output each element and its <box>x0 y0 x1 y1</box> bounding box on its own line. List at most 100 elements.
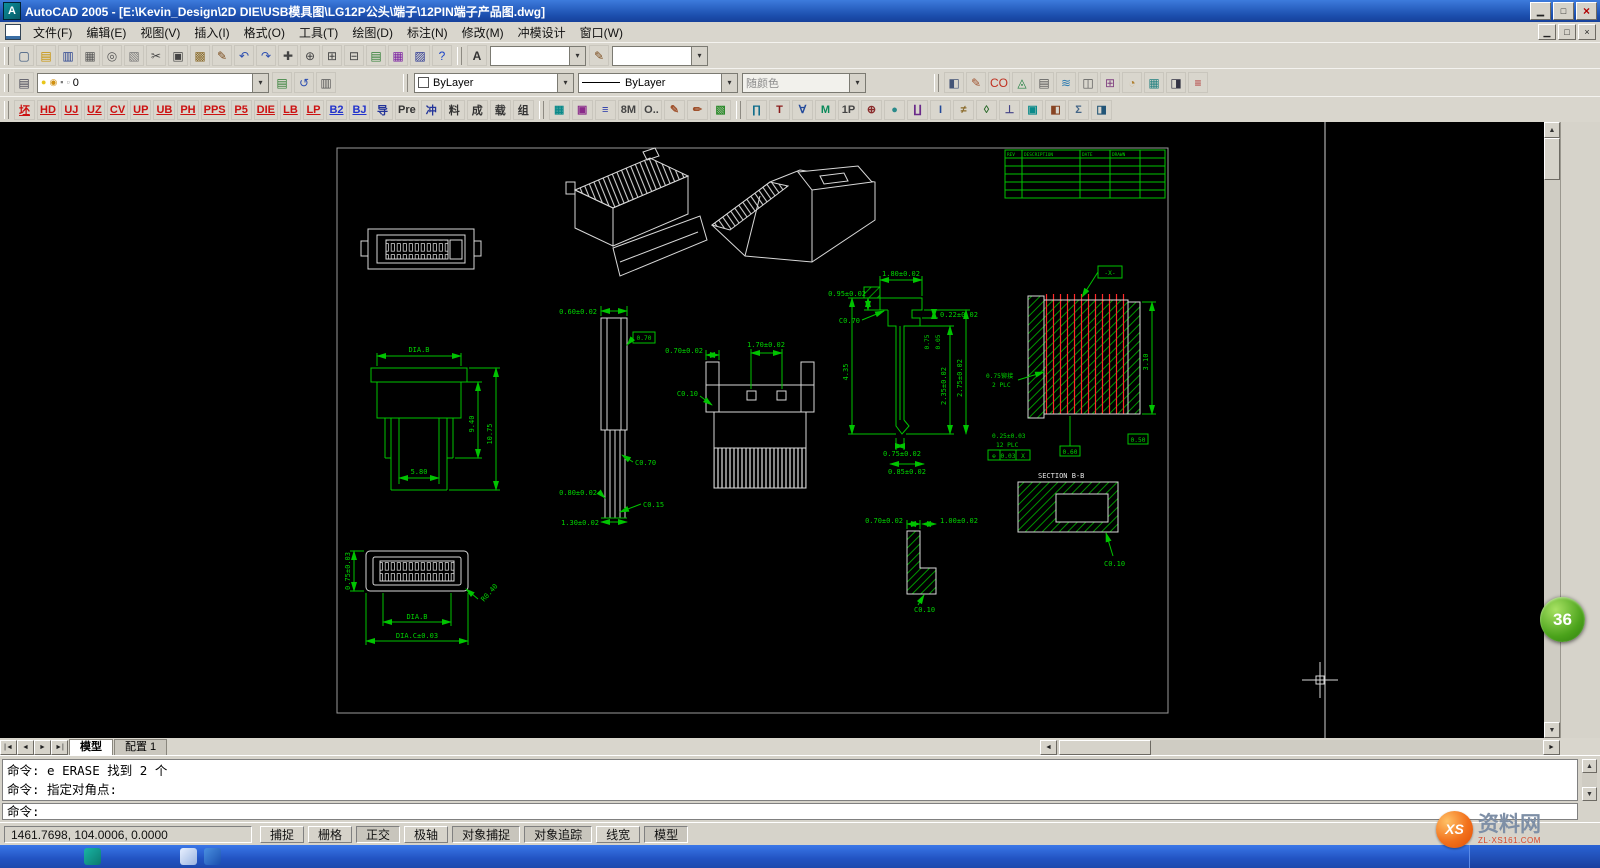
menu-item[interactable]: 窗口(W) <box>573 22 630 43</box>
die-tool-button[interactable]: DIE <box>254 100 278 120</box>
tab-nav-button[interactable]: ► <box>34 740 51 755</box>
status-toggle-button[interactable]: 线宽 <box>596 826 640 843</box>
status-toggle-button[interactable]: 栅格 <box>308 826 352 843</box>
scroll-up-icon[interactable]: ▲ <box>1582 759 1597 773</box>
layer-tool-button[interactable]: ▥ <box>316 72 336 93</box>
layers-dialog-button[interactable]: ▤ <box>14 72 34 93</box>
die-tool-button[interactable]: HD <box>37 100 59 120</box>
die-tool-button[interactable]: ≡ <box>595 100 616 120</box>
toolbar-button[interactable]: ▨ <box>410 45 430 66</box>
die-tool-button[interactable]: 料 <box>444 100 465 120</box>
menu-item[interactable]: 编辑(E) <box>79 22 133 43</box>
toolbar-button[interactable]: ◧ <box>944 72 964 93</box>
toolbar-button[interactable]: ▤ <box>36 45 56 66</box>
die-tool-button[interactable]: ✏ <box>687 100 708 120</box>
toolbar-button[interactable]: ◫ <box>1078 72 1098 93</box>
layout-tab[interactable]: 配置 1 <box>114 739 167 755</box>
minimize-button[interactable]: ▁ <box>1530 2 1551 20</box>
layer-combo[interactable]: ●◉▪▫ 0 ▾ <box>37 73 269 93</box>
taskbar-app-icon[interactable] <box>84 848 101 865</box>
die-tool-button[interactable]: CV <box>107 100 128 120</box>
die-tool-button[interactable]: ⊕ <box>861 100 882 120</box>
toolbar-button[interactable]: ▦ <box>80 45 100 66</box>
die-tool-button[interactable]: ◧ <box>1045 100 1066 120</box>
toolbar-button[interactable]: ? <box>432 45 452 66</box>
menu-item[interactable]: 文件(F) <box>26 22 79 43</box>
die-tool-button[interactable]: UJ <box>61 100 82 120</box>
toolbar-button[interactable]: ◔ <box>1122 72 1142 93</box>
die-tool-button[interactable]: ▦ <box>549 100 570 120</box>
layout-tab[interactable]: 模型 <box>69 739 113 755</box>
toolbar-grip[interactable] <box>934 74 939 92</box>
status-toggle-button[interactable]: 捕捉 <box>260 826 304 843</box>
toolbar-grip[interactable] <box>457 47 462 65</box>
dim-style-button[interactable]: ✎ <box>589 45 609 66</box>
menu-item[interactable]: 视图(V) <box>133 22 187 43</box>
toolbar-button[interactable]: ◨ <box>1166 72 1186 93</box>
die-tool-button[interactable]: ∏ <box>746 100 767 120</box>
toolbar-button[interactable]: ✂ <box>146 45 166 66</box>
menu-item[interactable]: 工具(T) <box>292 22 345 43</box>
status-toggle-button[interactable]: 正交 <box>356 826 400 843</box>
mdi-restore-button[interactable]: □ <box>1558 24 1576 40</box>
die-tool-button[interactable]: Σ <box>1068 100 1089 120</box>
die-tool-button[interactable]: LP <box>303 100 324 120</box>
die-tool-button[interactable]: BJ <box>349 100 370 120</box>
color-combo[interactable]: ByLayer ▾ <box>414 73 574 93</box>
die-tool-button[interactable]: B2 <box>326 100 347 120</box>
tab-nav-button[interactable]: ◄ <box>17 740 34 755</box>
die-tool-button[interactable]: ∐ <box>907 100 928 120</box>
scroll-down-icon[interactable]: ▼ <box>1544 722 1560 738</box>
die-tool-button[interactable]: ▣ <box>1022 100 1043 120</box>
vertical-scrollbar[interactable]: ▲ ▼ <box>1544 122 1560 738</box>
toolbar-button[interactable]: ▦ <box>1144 72 1164 93</box>
chevron-down-icon[interactable]: ▾ <box>691 47 707 65</box>
scroll-up-icon[interactable]: ▲ <box>1544 122 1560 138</box>
status-toggle-button[interactable]: 对象捕捉 <box>452 826 520 843</box>
layer-tool-button[interactable]: ▤ <box>272 72 292 93</box>
toolbar-button[interactable]: ↶ <box>234 45 254 66</box>
command-input[interactable]: 命令: <box>2 803 1578 820</box>
toolbar-button[interactable]: ≋ <box>1056 72 1076 93</box>
die-tool-button[interactable]: T <box>769 100 790 120</box>
mdi-minimize-button[interactable]: ▁ <box>1538 24 1556 40</box>
die-tool-button[interactable]: ⊥ <box>999 100 1020 120</box>
hscroll-track[interactable] <box>1057 740 1543 755</box>
die-tool-button[interactable]: Pre <box>395 100 419 120</box>
menu-item[interactable]: 修改(M) <box>455 22 511 43</box>
menu-item[interactable]: 冲模设计 <box>511 22 573 43</box>
float-badge[interactable]: 36 <box>1540 597 1585 642</box>
app-icon[interactable]: A <box>3 2 21 20</box>
close-button[interactable]: × <box>1576 2 1597 20</box>
status-toggle-button[interactable]: 对象追踪 <box>524 826 592 843</box>
die-tool-button[interactable]: 组 <box>513 100 534 120</box>
die-tool-button[interactable]: UZ <box>84 100 105 120</box>
menu-item[interactable]: 格式(O) <box>237 22 292 43</box>
scroll-right-icon[interactable]: ► <box>1543 740 1560 755</box>
chevron-down-icon[interactable]: ▾ <box>252 74 268 92</box>
toolbar-button[interactable]: ▤ <box>366 45 386 66</box>
chevron-down-icon[interactable]: ▾ <box>557 74 573 92</box>
drawing-document-icon[interactable] <box>5 24 21 40</box>
toolbar-button[interactable]: ↷ <box>256 45 276 66</box>
mdi-close-button[interactable]: × <box>1578 24 1596 40</box>
die-tool-button[interactable]: UB <box>153 100 175 120</box>
die-tool-button[interactable]: I <box>930 100 951 120</box>
command-scrollbar[interactable]: ▲ ▼ <box>1582 759 1597 801</box>
menu-item[interactable]: 插入(I) <box>187 22 236 43</box>
die-tool-button[interactable]: 载 <box>490 100 511 120</box>
die-tool-button[interactable]: ● <box>884 100 905 120</box>
die-tool-button[interactable]: P5 <box>231 100 252 120</box>
tab-nav-button[interactable]: ►| <box>51 740 68 755</box>
status-toggle-button[interactable]: 极轴 <box>404 826 448 843</box>
die-tool-button[interactable]: 8M <box>618 100 639 120</box>
menu-item[interactable]: 标注(N) <box>400 22 455 43</box>
layer-tool-button[interactable]: ↺ <box>294 72 314 93</box>
toolbar-button[interactable]: ✎ <box>966 72 986 93</box>
toolbar-button[interactable]: ⊕ <box>300 45 320 66</box>
taskbar-app-icon[interactable] <box>204 848 221 865</box>
die-tool-button[interactable]: ≠ <box>953 100 974 120</box>
toolbar-grip[interactable] <box>4 47 9 65</box>
dim-style-combo[interactable]: ▾ <box>612 46 708 66</box>
toolbar-button[interactable]: ≡ <box>1188 72 1208 93</box>
